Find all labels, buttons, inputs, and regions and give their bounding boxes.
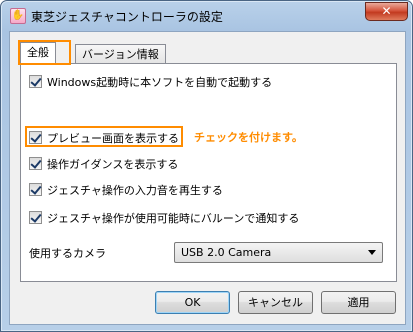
general-panel: Windows起動時に本ソフトを自動で起動する プレビュー画面を表示する チェッ… <box>20 63 397 282</box>
app-hand-icon: ✋ <box>10 8 26 24</box>
window-title: 東芝ジェスチャコントローラの設定 <box>31 10 223 24</box>
input-sound-label[interactable]: ジェスチャ操作の入力音を再生する <box>47 182 223 198</box>
balloon-notify-label[interactable]: ジェスチャ操作が使用可能時にバルーンで通知する <box>47 210 299 226</box>
ok-button[interactable]: OK <box>155 291 230 314</box>
camera-select[interactable]: USB 2.0 Camera <box>174 242 383 263</box>
preview-checkbox[interactable] <box>29 131 42 144</box>
guidance-label[interactable]: 操作ガイダンスを表示する <box>47 156 178 172</box>
camera-label: 使用するカメラ <box>29 247 106 260</box>
chevron-down-icon[interactable] <box>368 250 376 255</box>
balloon-notify-checkbox[interactable] <box>29 211 42 224</box>
apply-button[interactable]: 適用 <box>321 291 396 314</box>
camera-selected-value: USB 2.0 Camera <box>181 246 272 259</box>
cancel-button[interactable]: キャンセル <box>238 291 313 314</box>
preview-label[interactable]: プレビュー画面を表示する <box>47 130 179 146</box>
tab-version-info[interactable]: バージョン情報 <box>75 44 166 64</box>
tab-general[interactable]: 全般 <box>20 42 56 64</box>
guidance-checkbox[interactable] <box>29 157 42 170</box>
autostart-label[interactable]: Windows起動時に本ソフトを自動で起動する <box>47 74 272 90</box>
annotation-text: チェックを付けます。 <box>194 131 303 144</box>
dialog-client-area: 全般 バージョン情報 Windows起動時に本ソフトを自動で起動する プレビュー… <box>9 31 406 325</box>
title-bar[interactable]: ✋ 東芝ジェスチャコントローラの設定 ✕ <box>1 1 413 29</box>
autostart-checkbox[interactable] <box>29 75 42 88</box>
close-button[interactable]: ✕ <box>365 2 408 21</box>
settings-window: ✋ 東芝ジェスチャコントローラの設定 ✕ 全般 バージョン情報 Windows起… <box>0 0 413 332</box>
input-sound-checkbox[interactable] <box>29 183 42 196</box>
